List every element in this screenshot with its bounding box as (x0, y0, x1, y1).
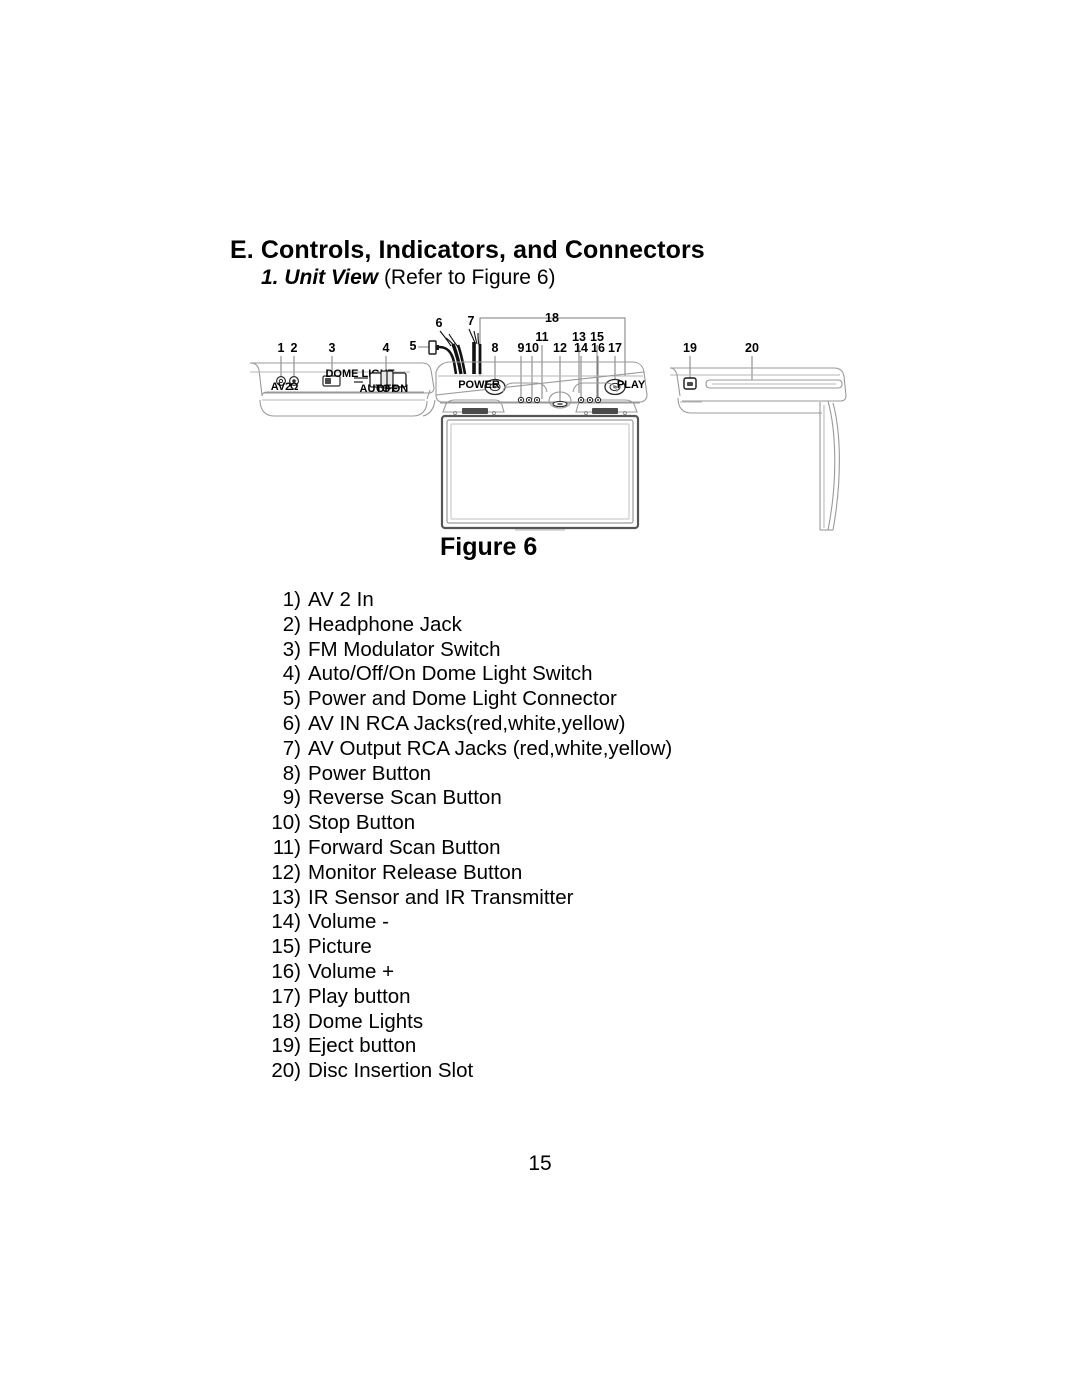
legend-number: 12) (271, 860, 301, 884)
subsection-title-italic: 1. Unit View (261, 266, 379, 289)
svg-text:14: 14 (574, 341, 588, 355)
page-number: 15 (528, 1152, 552, 1175)
list-item: 8) Power Button (267, 762, 672, 787)
legend-label: Reverse Scan Button (308, 786, 502, 810)
legend-label: Power and Dome Light Connector (308, 687, 617, 711)
list-item: 4) Auto/Off/On Dome Light Switch (267, 662, 672, 687)
svg-text:Ω: Ω (290, 381, 299, 393)
list-item: 3) FM Modulator Switch (267, 638, 672, 663)
legend-number: 8) (282, 761, 301, 785)
left-side-view-drawing: 1 2 3 4 AV2 Ω DOME LIGHT AUTO OFF ON (250, 341, 436, 417)
svg-text:4: 4 (383, 341, 390, 355)
legend-number: 18) (271, 1009, 301, 1033)
list-item: 1) AV 2 In (267, 588, 672, 613)
list-item: 15) Picture (267, 935, 672, 960)
list-item: 17) Play button (267, 985, 672, 1010)
svg-text:3: 3 (329, 341, 336, 355)
legend-number: 2) (282, 612, 301, 636)
legend-label: Picture (308, 935, 372, 959)
legend-label: AV IN RCA Jacks(red,white,yellow) (308, 711, 626, 735)
list-item: 7) AV Output RCA Jacks (red,white,yellow) (267, 737, 672, 762)
legend-number: 10) (271, 811, 301, 835)
svg-text:19: 19 (683, 341, 697, 355)
svg-text:ON: ON (392, 383, 409, 395)
legend-label: Disc Insertion Slot (308, 1059, 474, 1083)
svg-text:8: 8 (492, 341, 499, 355)
svg-text:5: 5 (410, 339, 417, 353)
svg-text:9: 9 (518, 341, 525, 355)
legend-number: 6) (282, 711, 301, 735)
list-item: 13) IR Sensor and IR Transmitter (267, 886, 672, 911)
legend-label: FM Modulator Switch (308, 637, 501, 661)
legend-label: Auto/Off/On Dome Light Switch (308, 662, 593, 686)
svg-text:18: 18 (545, 311, 559, 325)
svg-text:7: 7 (468, 314, 475, 328)
legend-label: Power Button (308, 761, 432, 785)
list-item: 20) Disc Insertion Slot (267, 1059, 672, 1084)
legend-number: 15) (271, 935, 301, 959)
legend-list: 1) AV 2 In 2) Headphone Jack 3) FM Modulato… (267, 588, 672, 1084)
list-item: 19) Eject button (267, 1034, 672, 1059)
svg-text:AV2: AV2 (271, 381, 292, 393)
legend-label: AV Output RCA Jacks (red,white,yellow) (308, 736, 673, 760)
svg-text:20: 20 (745, 341, 759, 355)
svg-text:2: 2 (291, 341, 298, 355)
legend-label: Stop Button (308, 811, 416, 835)
list-item: 10) Stop Button (267, 811, 672, 836)
svg-text:1: 1 (278, 341, 285, 355)
legend-number: 5) (282, 687, 301, 711)
svg-text:16: 16 (591, 341, 605, 355)
legend-number: 17) (271, 984, 301, 1008)
svg-text:12: 12 (553, 341, 567, 355)
legend-number: 11) (272, 835, 301, 859)
figure-caption: Figure 6 (440, 533, 538, 561)
svg-text:PLAY: PLAY (617, 379, 646, 391)
list-item: 16) Volume + (267, 960, 672, 985)
front-view-drawing: 18 6 7 8 9 10 11 12 13 14 15 16 17 5 POW… (410, 311, 648, 531)
legend-number: 3) (282, 637, 301, 661)
legend-label: Play button (308, 984, 411, 1008)
list-item: 2) Headphone Jack (267, 613, 672, 638)
page-title: E. Controls, Indicators, and Connectors (230, 236, 705, 264)
legend-number: 16) (271, 959, 301, 983)
list-item: 6) AV IN RCA Jacks(red,white,yellow) (267, 712, 672, 737)
subsection-heading: 1. Unit View (Refer to Figure 6) (261, 266, 556, 290)
svg-text:17: 17 (608, 341, 622, 355)
legend-number: 14) (271, 910, 301, 934)
legend-label: Dome Lights (308, 1009, 424, 1033)
figure-6-artwork: 1 2 3 4 AV2 Ω DOME LIGHT AUTO OFF ON 18 … (250, 300, 860, 540)
legend-number: 7) (282, 736, 301, 760)
legend-label: Volume + (308, 959, 395, 983)
list-item: 12) Monitor Release Button (267, 861, 672, 886)
legend-number: 13) (271, 885, 301, 909)
legend-label: Monitor Release Button (308, 860, 523, 884)
legend-label: Eject button (308, 1034, 417, 1058)
svg-text:6: 6 (436, 316, 443, 330)
legend-number: 9) (282, 786, 301, 810)
list-item: 9) Reverse Scan Button (267, 786, 672, 811)
legend-label: AV 2 In (308, 588, 374, 611)
right-side-view-drawing: 19 20 (669, 341, 847, 531)
legend-number: 4) (282, 662, 301, 686)
list-item: 18) Dome Lights (267, 1010, 672, 1035)
legend-label: IR Sensor and IR Transmitter (308, 885, 574, 909)
subsection-reference: (Refer to Figure 6) (383, 266, 556, 289)
legend-number: 20) (271, 1059, 301, 1083)
svg-text:POWER: POWER (458, 379, 500, 391)
list-item: 5) Power and Dome Light Connector (267, 687, 672, 712)
legend-number: 19) (271, 1034, 301, 1058)
svg-text:11: 11 (535, 330, 548, 344)
legend-label: Forward Scan Button (308, 835, 501, 859)
legend-label: Headphone Jack (308, 612, 462, 636)
legend-number: 1) (282, 588, 301, 611)
list-item: 14) Volume - (267, 910, 672, 935)
legend-label: Volume - (308, 910, 389, 934)
list-item: 11) Forward Scan Button (267, 836, 672, 861)
document-page: E. Controls, Indicators, and Connectors … (0, 0, 1080, 1397)
